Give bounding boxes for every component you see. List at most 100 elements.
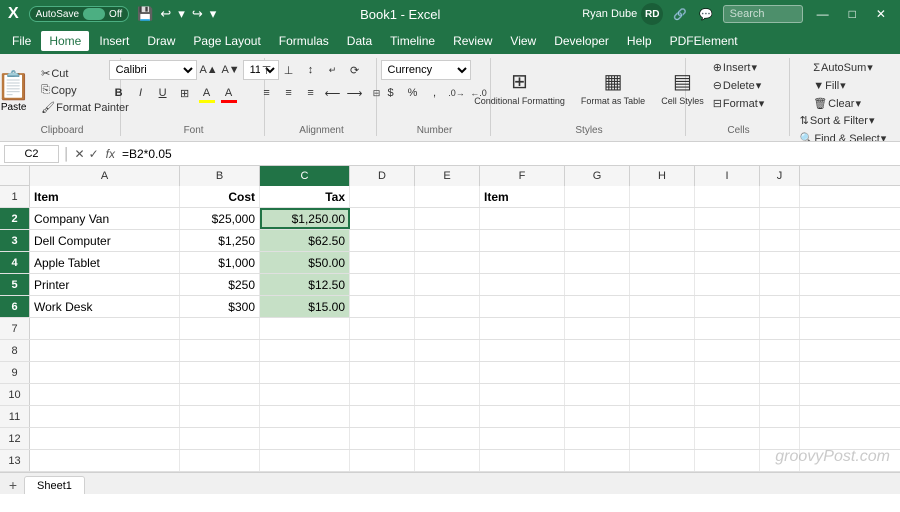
percent-style-button[interactable]: % <box>403 83 423 103</box>
col-header-a[interactable]: A <box>30 166 180 186</box>
cell-C11[interactable] <box>260 406 350 427</box>
undo-button[interactable]: ↩ <box>158 5 173 23</box>
cell-H13[interactable] <box>630 450 695 471</box>
format-button[interactable]: ⊟ Format ▾ <box>710 96 768 111</box>
cell-E7[interactable] <box>415 318 480 339</box>
font-color-button[interactable]: A <box>219 83 239 103</box>
cell-C1[interactable]: Tax <box>260 186 350 207</box>
cell-G1[interactable] <box>565 186 630 207</box>
cell-A4[interactable]: Apple Tablet <box>30 252 180 273</box>
cell-C4[interactable]: $50.00 <box>260 252 350 273</box>
cell-D11[interactable] <box>350 406 415 427</box>
row-number-12[interactable]: 12 <box>0 428 30 449</box>
cell-J10[interactable] <box>760 384 800 405</box>
cell-I13[interactable] <box>695 450 760 471</box>
conditional-formatting-button[interactable]: ⊞ Conditional Formatting <box>468 60 571 116</box>
menu-item-file[interactable]: File <box>4 31 39 51</box>
cell-I8[interactable] <box>695 340 760 361</box>
cell-F2[interactable] <box>480 208 565 229</box>
cell-J5[interactable] <box>760 274 800 295</box>
cell-C9[interactable] <box>260 362 350 383</box>
row-number-1[interactable]: 1 <box>0 186 30 207</box>
font-name-select[interactable]: Calibri <box>109 60 197 80</box>
name-box[interactable] <box>4 145 59 163</box>
undo-dropdown-button[interactable]: ▾ <box>176 5 187 23</box>
cell-D2[interactable] <box>350 208 415 229</box>
cell-H11[interactable] <box>630 406 695 427</box>
cell-A7[interactable] <box>30 318 180 339</box>
cell-D1[interactable] <box>350 186 415 207</box>
decrease-font-size-button[interactable]: A▼ <box>221 60 241 80</box>
increase-font-size-button[interactable]: A▲ <box>199 60 219 80</box>
add-sheet-button[interactable]: + <box>4 476 22 494</box>
align-left-button[interactable]: ≡ <box>257 83 277 103</box>
col-header-d[interactable]: D <box>350 166 415 186</box>
accounting-format-button[interactable]: $ <box>381 83 401 103</box>
cell-I12[interactable] <box>695 428 760 449</box>
row-number-3[interactable]: 3 <box>0 230 30 251</box>
cell-J9[interactable] <box>760 362 800 383</box>
cell-I9[interactable] <box>695 362 760 383</box>
comma-style-button[interactable]: , <box>425 83 445 103</box>
qat-more-button[interactable]: ▾ <box>208 5 219 23</box>
cell-G11[interactable] <box>565 406 630 427</box>
cell-I7[interactable] <box>695 318 760 339</box>
search-input[interactable] <box>723 5 803 23</box>
align-bottom-button[interactable]: ↕ <box>301 60 321 80</box>
maximize-button[interactable]: □ <box>843 5 862 23</box>
cell-J11[interactable] <box>760 406 800 427</box>
cell-E8[interactable] <box>415 340 480 361</box>
number-format-select[interactable]: Currency <box>381 60 471 80</box>
cell-G3[interactable] <box>565 230 630 251</box>
cell-A5[interactable]: Printer <box>30 274 180 295</box>
cell-A3[interactable]: Dell Computer <box>30 230 180 251</box>
cell-J12[interactable] <box>760 428 800 449</box>
cell-B1[interactable]: Cost <box>180 186 260 207</box>
cell-E2[interactable] <box>415 208 480 229</box>
cell-G7[interactable] <box>565 318 630 339</box>
align-top-button[interactable]: ⊤ <box>257 60 277 80</box>
cell-D5[interactable] <box>350 274 415 295</box>
cell-C8[interactable] <box>260 340 350 361</box>
cell-E3[interactable] <box>415 230 480 251</box>
comments-button[interactable]: 💬 <box>697 7 715 22</box>
col-header-b[interactable]: B <box>180 166 260 186</box>
cell-E13[interactable] <box>415 450 480 471</box>
cell-F11[interactable] <box>480 406 565 427</box>
cell-H4[interactable] <box>630 252 695 273</box>
cell-H6[interactable] <box>630 296 695 317</box>
cell-C2[interactable]: $1,250.00 <box>260 208 350 229</box>
cell-A12[interactable] <box>30 428 180 449</box>
cell-J1[interactable] <box>760 186 800 207</box>
redo-button[interactable]: ↪ <box>190 5 205 23</box>
clear-button[interactable]: 🗑 Clear ▾ <box>810 96 876 111</box>
menu-item-view[interactable]: View <box>502 31 544 51</box>
cell-B13[interactable] <box>180 450 260 471</box>
cell-B5[interactable]: $250 <box>180 274 260 295</box>
cell-I1[interactable] <box>695 186 760 207</box>
cell-I2[interactable] <box>695 208 760 229</box>
cell-G2[interactable] <box>565 208 630 229</box>
row-number-2[interactable]: 2 <box>0 208 30 229</box>
col-header-h[interactable]: H <box>630 166 695 186</box>
cell-J8[interactable] <box>760 340 800 361</box>
row-number-8[interactable]: 8 <box>0 340 30 361</box>
cell-B12[interactable] <box>180 428 260 449</box>
cell-H1[interactable] <box>630 186 695 207</box>
cell-E4[interactable] <box>415 252 480 273</box>
cell-B2[interactable]: $25,000 <box>180 208 260 229</box>
delete-button[interactable]: ⊖ Delete ▾ <box>710 78 768 93</box>
row-number-10[interactable]: 10 <box>0 384 30 405</box>
cell-E6[interactable] <box>415 296 480 317</box>
cell-H3[interactable] <box>630 230 695 251</box>
cell-A13[interactable] <box>30 450 180 471</box>
cell-C3[interactable]: $62.50 <box>260 230 350 251</box>
menu-item-draw[interactable]: Draw <box>139 31 183 51</box>
cell-H9[interactable] <box>630 362 695 383</box>
cell-D8[interactable] <box>350 340 415 361</box>
cell-C6[interactable]: $15.00 <box>260 296 350 317</box>
menu-item-timeline[interactable]: Timeline <box>382 31 443 51</box>
align-center-button[interactable]: ≡ <box>279 83 299 103</box>
cell-C10[interactable] <box>260 384 350 405</box>
cell-E9[interactable] <box>415 362 480 383</box>
